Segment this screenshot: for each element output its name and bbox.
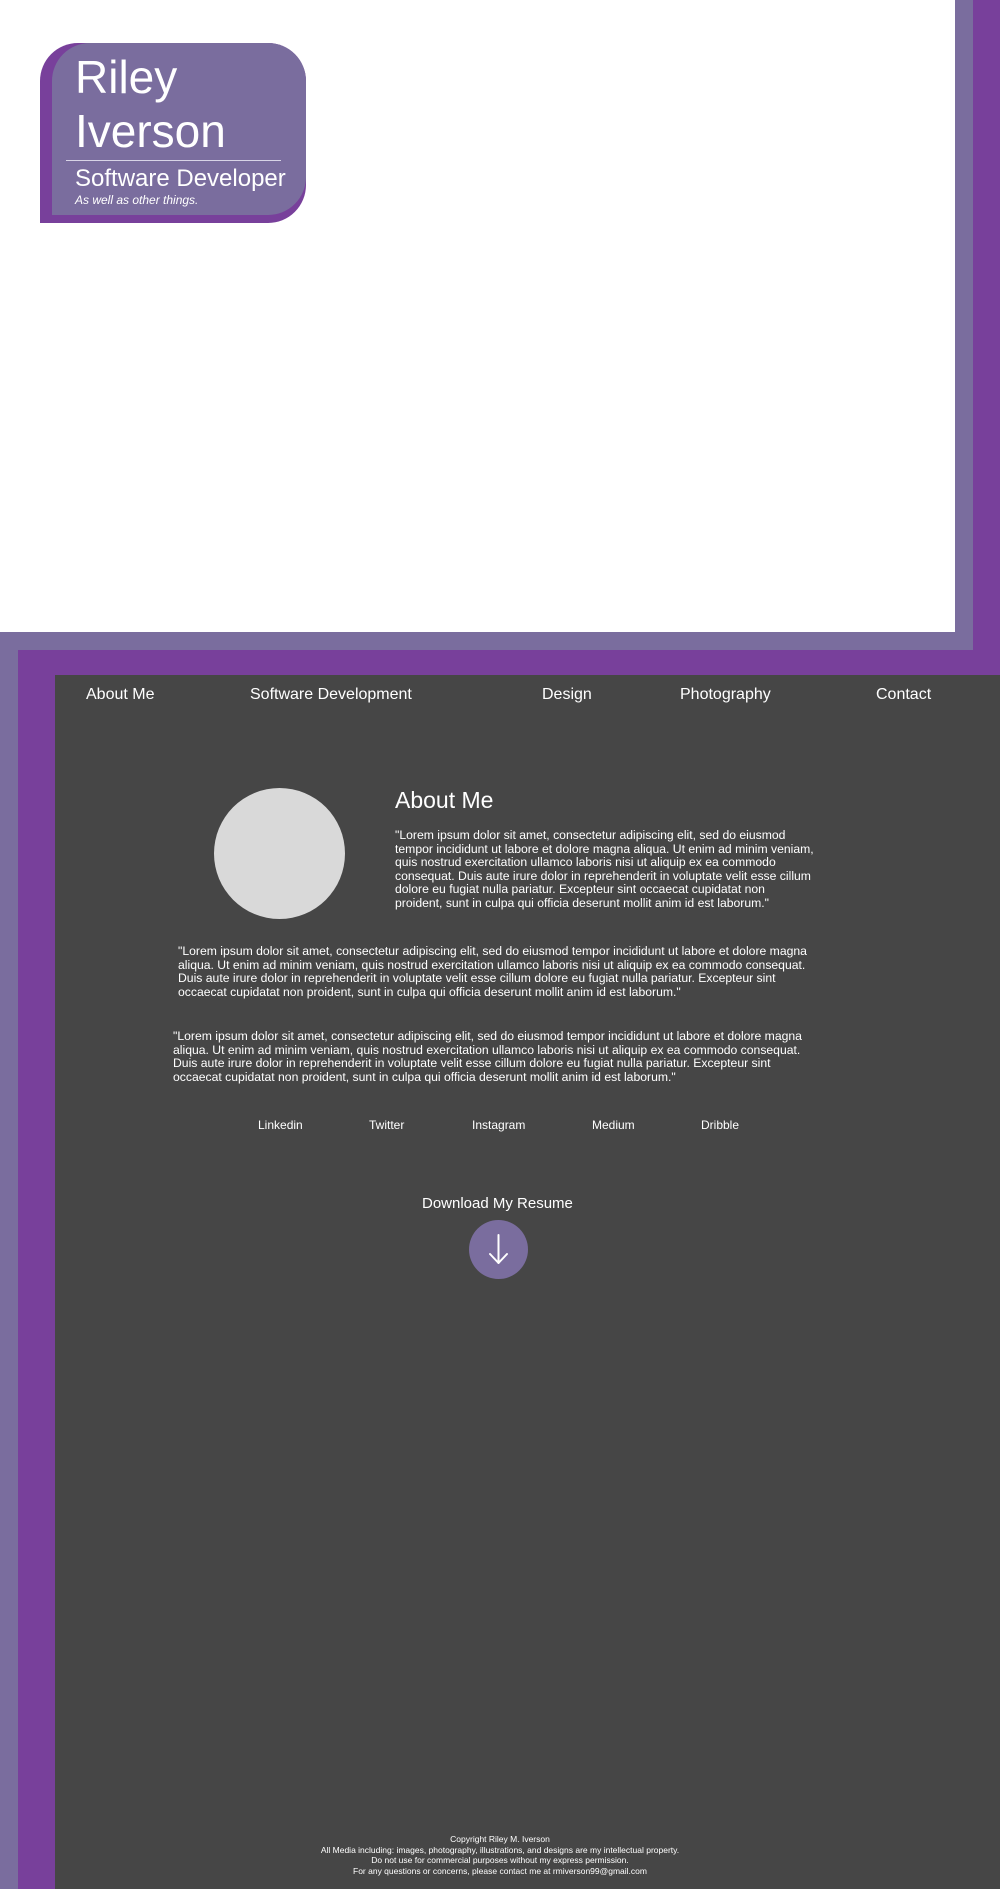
about-paragraph-2: "Lorem ipsum dolor sit amet, consectetur… — [178, 944, 807, 999]
download-resume-button[interactable] — [469, 1220, 528, 1279]
job-subtitle: As well as other things. — [75, 193, 199, 207]
about-paragraph-3: "Lorem ipsum dolor sit amet, consectetur… — [173, 1029, 802, 1084]
nav-item-photography[interactable]: Photography — [680, 686, 771, 704]
name-first: Riley — [75, 51, 178, 103]
social-link-linkedin[interactable]: Linkedin — [258, 1118, 303, 1132]
frame-right-inner-border — [973, 0, 1000, 672]
social-link-instagram[interactable]: Instagram — [472, 1118, 525, 1132]
job-title: Software Developer — [75, 165, 286, 192]
footer-copyright: Copyright Riley M. Iverson — [450, 1834, 550, 1844]
social-link-medium[interactable]: Medium — [592, 1118, 635, 1132]
site-owner-name: Riley Iverson — [75, 50, 226, 158]
about-heading: About Me — [395, 787, 494, 813]
nav-item-software-development[interactable]: Software Development — [250, 686, 412, 704]
avatar — [214, 788, 345, 919]
resume-label: Download My Resume — [422, 1195, 573, 1212]
social-link-twitter[interactable]: Twitter — [369, 1118, 404, 1132]
social-link-dribble[interactable]: Dribble — [701, 1118, 739, 1132]
footer-usage-notice: Do not use for commercial purposes witho… — [371, 1855, 629, 1865]
about-paragraph-1: "Lorem ipsum dolor sit amet, consectetur… — [395, 828, 814, 910]
footer-contact: For any questions or concerns, please co… — [353, 1865, 647, 1876]
footer-media-notice: All Media including: images, photography… — [320, 1844, 680, 1855]
nav-item-about-me[interactable]: About Me — [86, 686, 154, 704]
nav-item-contact[interactable]: Contact — [876, 686, 931, 704]
name-last: Iverson — [75, 105, 226, 157]
nav-item-design[interactable]: Design — [542, 686, 592, 704]
footer: Copyright Riley M. Iverson All Media inc… — [250, 1834, 750, 1876]
arrow-down-icon — [489, 1234, 508, 1264]
header-divider — [66, 160, 281, 161]
